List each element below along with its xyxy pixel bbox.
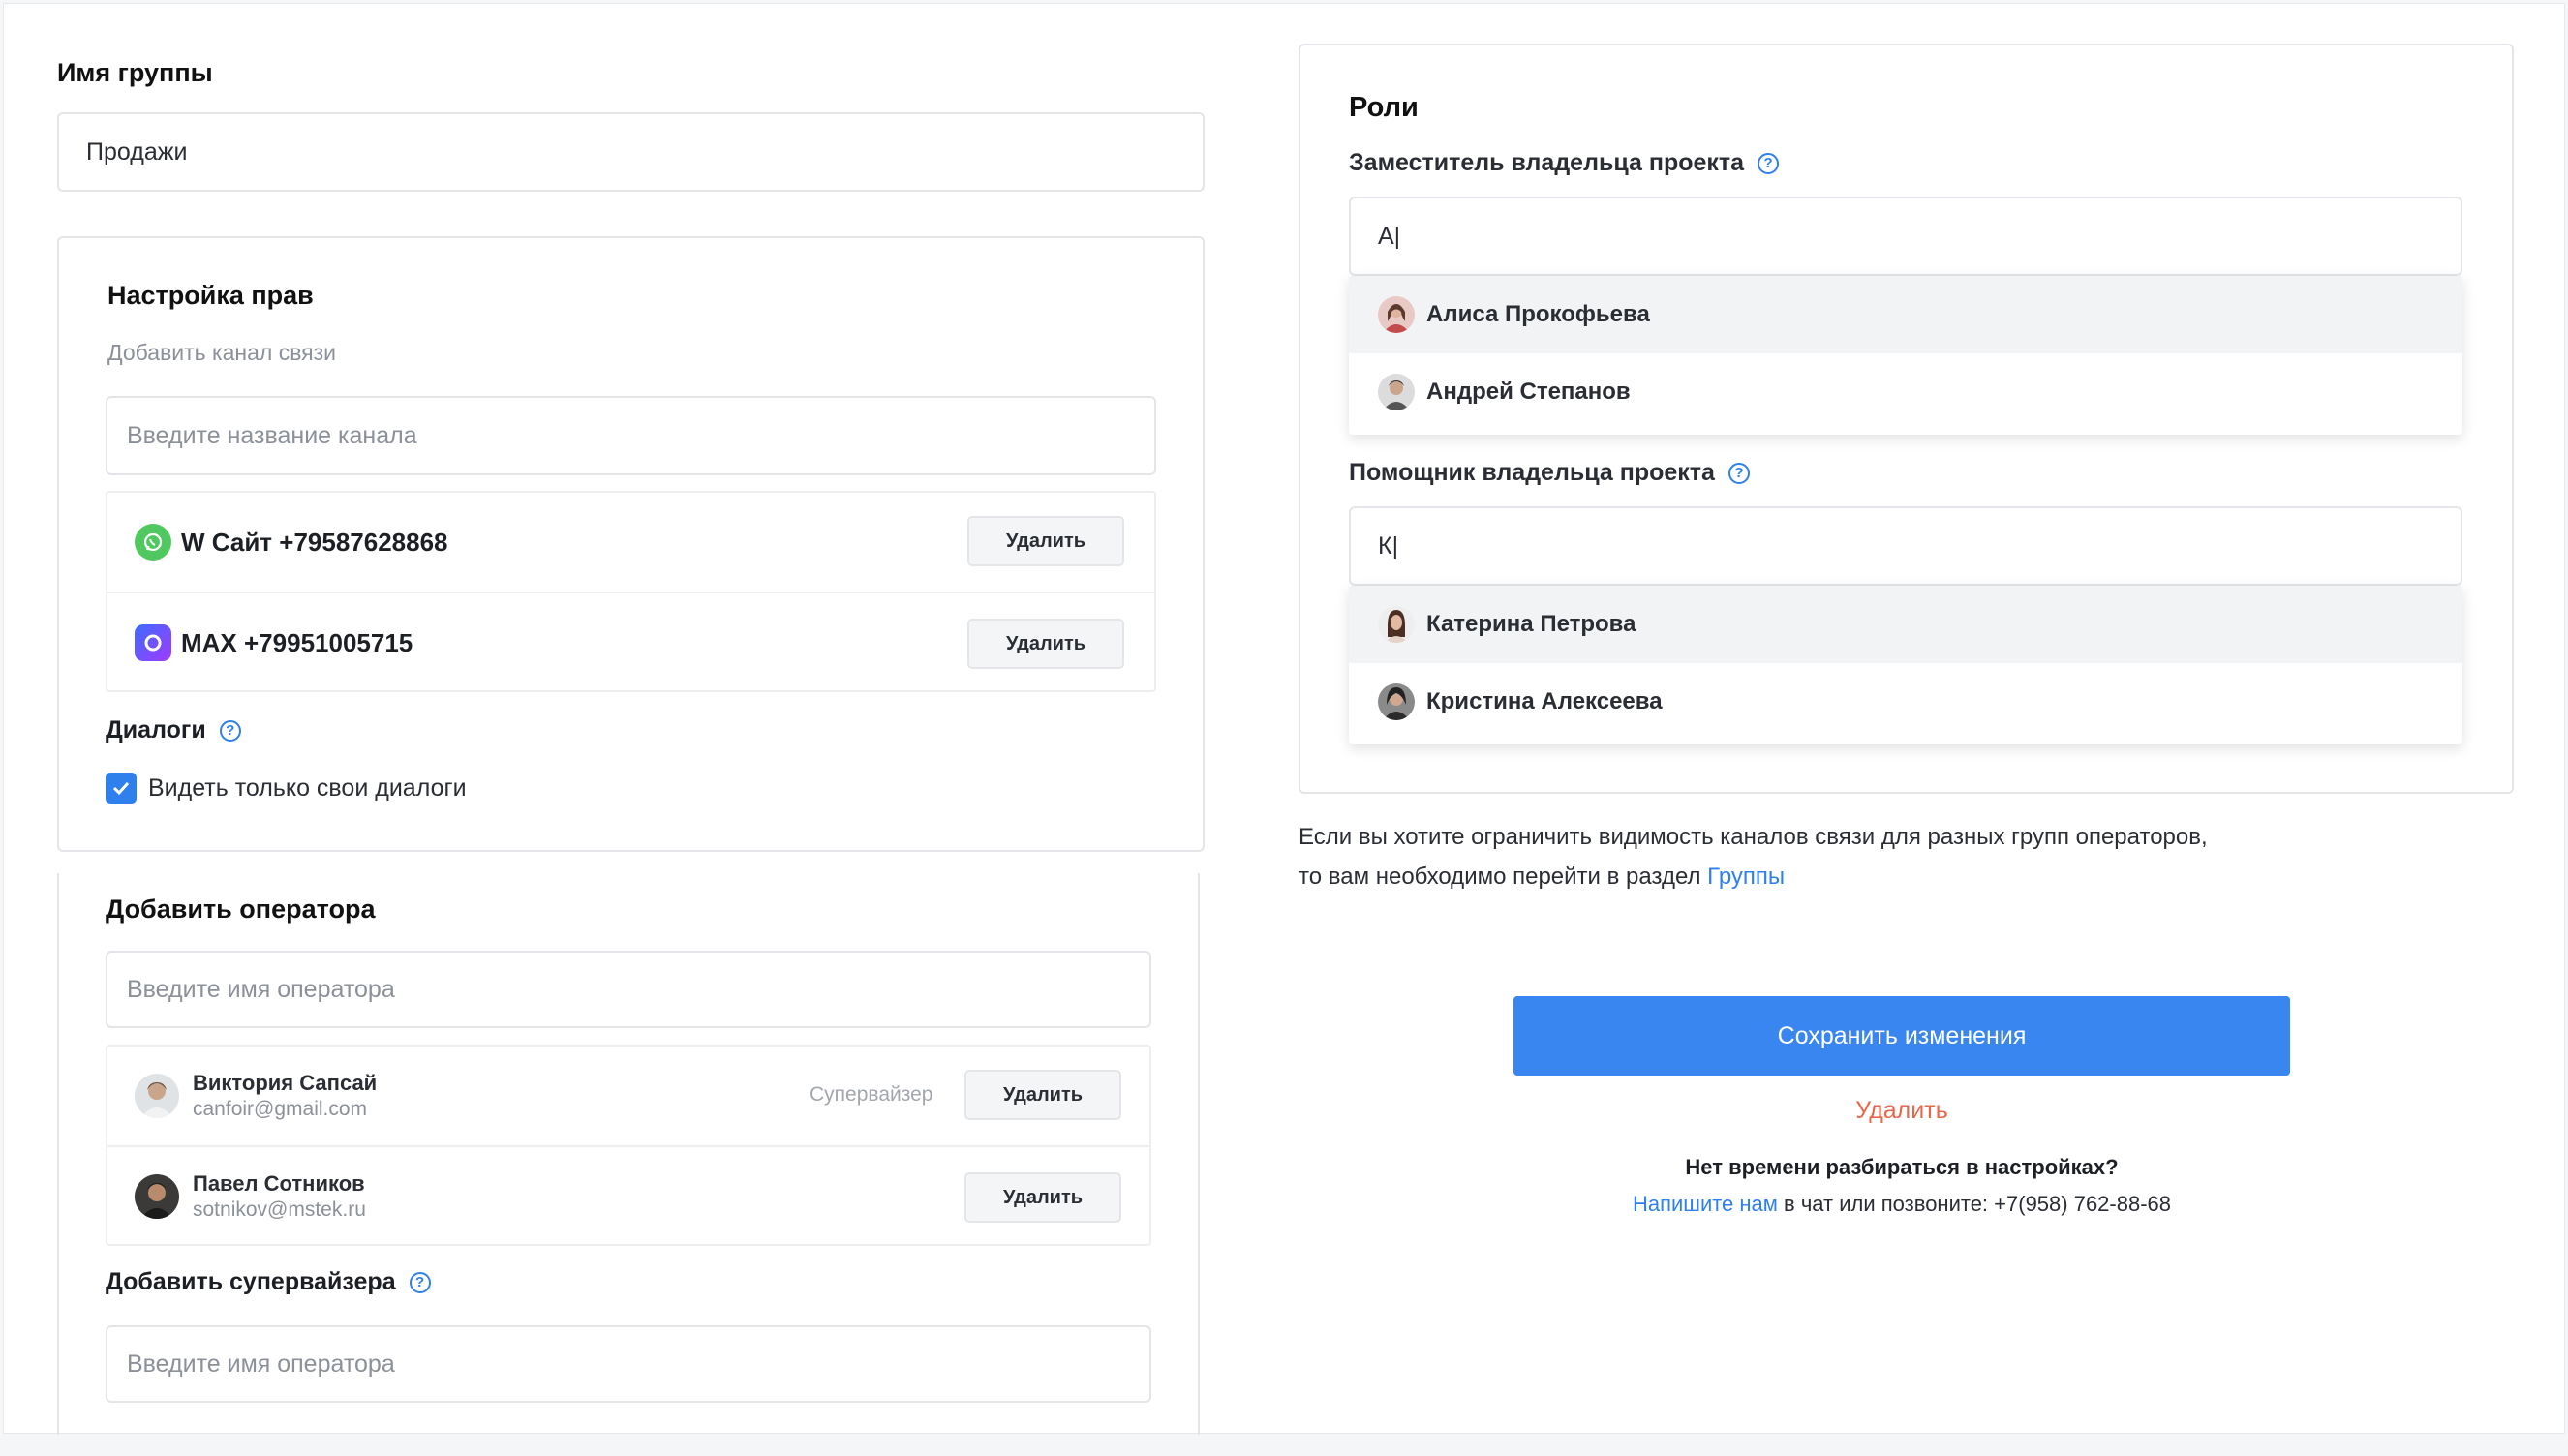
operator-list: Виктория Сапсай canfoir@gmail.com Суперв… <box>106 1045 1151 1246</box>
avatar <box>1378 683 1415 720</box>
channel-name: W Сайт +79587628868 <box>181 527 448 557</box>
deputy-input[interactable]: А| <box>1349 197 2462 276</box>
max-messenger-icon <box>135 624 171 661</box>
own-dialogs-checkbox[interactable]: Видеть только свои диалоги <box>106 773 467 804</box>
groups-info-text: то вам необходимо перейти в раздел <box>1299 864 1708 890</box>
groups-info-line: то вам необходимо перейти в раздел Групп… <box>1299 857 2208 896</box>
help-icon[interactable]: ? <box>1758 152 1780 174</box>
write-us-link[interactable]: Напишите нам <box>1633 1192 1778 1216</box>
own-dialogs-label: Видеть только свои диалоги <box>148 774 467 802</box>
delete-channel-button[interactable]: Удалить <box>967 516 1124 566</box>
group-name-input[interactable]: Продажи <box>57 112 1205 192</box>
rights-panel: Настройка прав Добавить канал связи Введ… <box>57 236 1205 852</box>
rights-title: Настройка прав <box>107 281 314 310</box>
delete-operator-button[interactable]: Удалить <box>964 1070 1121 1120</box>
operator-name: Виктория Сапсай <box>193 1071 378 1095</box>
delete-operator-button[interactable]: Удалить <box>964 1172 1121 1223</box>
deputy-label: Заместитель владельца проекта <box>1349 149 1745 176</box>
avatar <box>1378 606 1415 643</box>
assistant-heading: Помощник владельца проекта ? <box>1349 459 1750 487</box>
operator-email: sotnikov@mstek.ru <box>193 1198 366 1221</box>
dialogs-label: Диалоги <box>106 716 206 743</box>
save-changes-button[interactable]: Сохранить изменения <box>1513 996 2290 1076</box>
avatar <box>135 1174 179 1219</box>
roles-title: Роли <box>1349 92 1419 123</box>
option-label: Катерина Петрова <box>1426 611 1636 637</box>
assistant-dropdown: Катерина Петрова Кристина Алексеева <box>1349 586 2462 744</box>
delete-group-link[interactable]: Удалить <box>1513 1097 2290 1125</box>
rights-subtitle: Добавить канал связи <box>107 340 337 365</box>
operators-title: Добавить оператора <box>106 895 376 924</box>
help-icon[interactable]: ? <box>409 1271 431 1293</box>
roles-panel: Роли Заместитель владельца проекта ? А| … <box>1299 44 2514 794</box>
dropdown-option[interactable]: Кристина Алексеева <box>1349 663 2462 741</box>
dropdown-option[interactable]: Андрей Степанов <box>1349 353 2462 431</box>
operator-info: Виктория Сапсай canfoir@gmail.com <box>193 1071 377 1121</box>
operator-row: Павел Сотников sotnikov@mstek.ru Удалить <box>107 1145 1149 1246</box>
supervisor-title: Добавить супервайзера <box>106 1268 396 1295</box>
option-label: Кристина Алексеева <box>1426 688 1663 714</box>
help-contact: Напишите нам в чат или позвоните: +7(958… <box>1417 1192 2387 1217</box>
help-icon[interactable]: ? <box>219 719 241 742</box>
role-badge: Супервайзер <box>810 1083 933 1106</box>
deputy-heading: Заместитель владельца проекта ? <box>1349 149 1780 177</box>
help-contact-text: в чат или позвоните: +7(958) 762-88-68 <box>1777 1192 2172 1216</box>
dialogs-heading: Диалоги ? <box>106 716 241 744</box>
delete-channel-button[interactable]: Удалить <box>967 619 1124 669</box>
groups-info: Если вы хотите ограничить видимость кана… <box>1299 817 2208 896</box>
operator-info: Павел Сотников sotnikov@mstek.ru <box>193 1171 366 1222</box>
assistant-label: Помощник владельца проекта <box>1349 459 1715 486</box>
channel-name: MAX +79951005715 <box>181 627 413 657</box>
operator-name: Павел Сотников <box>193 1171 365 1196</box>
groups-info-line: Если вы хотите ограничить видимость кана… <box>1299 824 2208 850</box>
operator-row: Виктория Сапсай canfoir@gmail.com Суперв… <box>107 1046 1149 1145</box>
channel-row-whatsapp: W Сайт +79587628868 Удалить <box>107 493 1154 592</box>
channel-list: W Сайт +79587628868 Удалить MAX +7995100… <box>106 491 1156 692</box>
channel-search-input[interactable]: Введите название канала <box>106 396 1156 475</box>
supervisor-heading: Добавить супервайзера ? <box>106 1268 431 1296</box>
assistant-input[interactable]: К| <box>1349 506 2462 586</box>
group-name-label: Имя группы <box>57 58 213 87</box>
option-label: Андрей Степанов <box>1426 379 1631 405</box>
operator-search-input[interactable]: Введите имя оператора <box>106 951 1151 1028</box>
help-icon[interactable]: ? <box>1727 462 1750 484</box>
deputy-dropdown: Алиса Прокофьева Андрей Степанов <box>1349 276 2462 435</box>
supervisor-search-input[interactable]: Введите имя оператора <box>106 1325 1151 1403</box>
dropdown-option[interactable]: Алиса Прокофьева <box>1349 276 2462 353</box>
checkbox-checked-icon[interactable] <box>106 773 137 804</box>
operator-email: canfoir@gmail.com <box>193 1098 368 1120</box>
dropdown-option[interactable]: Катерина Петрова <box>1349 586 2462 663</box>
operators-panel: Добавить оператора Введите имя оператора… <box>57 873 1200 1435</box>
whatsapp-icon <box>135 524 171 561</box>
avatar <box>1378 296 1415 333</box>
settings-canvas: Имя группы Продажи Настройка прав Добави… <box>3 3 2565 1435</box>
channel-row-max: MAX +79951005715 Удалить <box>107 592 1154 692</box>
avatar <box>135 1074 179 1118</box>
option-label: Алиса Прокофьева <box>1426 301 1650 327</box>
help-title: Нет времени разбираться в настройках? <box>1685 1155 2119 1179</box>
groups-link[interactable]: Группы <box>1707 864 1785 890</box>
avatar <box>1378 374 1415 410</box>
